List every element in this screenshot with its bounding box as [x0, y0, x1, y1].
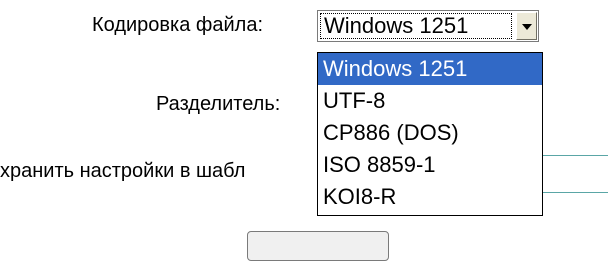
separator-field-border — [540, 155, 608, 156]
encoding-label: Кодировка файла: — [92, 14, 264, 36]
chevron-down-icon — [522, 24, 532, 30]
submit-button[interactable] — [247, 231, 389, 261]
encoding-select-value: Windows 1251 — [320, 13, 512, 39]
template-field-border — [540, 192, 608, 193]
separator-label: Разделитель: — [156, 93, 281, 115]
save-settings-label: хранить настройки в шабл — [0, 160, 246, 182]
dropdown-button[interactable] — [516, 12, 537, 40]
encoding-option-windows-1251[interactable]: Windows 1251 — [318, 53, 542, 85]
encoding-option-iso-8859-1[interactable]: ISO 8859-1 — [318, 149, 542, 181]
encoding-option-cp886[interactable]: CP886 (DOS) — [318, 117, 542, 149]
encoding-dropdown-list: Windows 1251 UTF-8 CP886 (DOS) ISO 8859-… — [317, 52, 543, 216]
encoding-option-utf-8[interactable]: UTF-8 — [318, 85, 542, 117]
encoding-option-koi8-r[interactable]: KOI8-R — [318, 181, 542, 213]
encoding-select[interactable]: Windows 1251 — [317, 10, 539, 42]
